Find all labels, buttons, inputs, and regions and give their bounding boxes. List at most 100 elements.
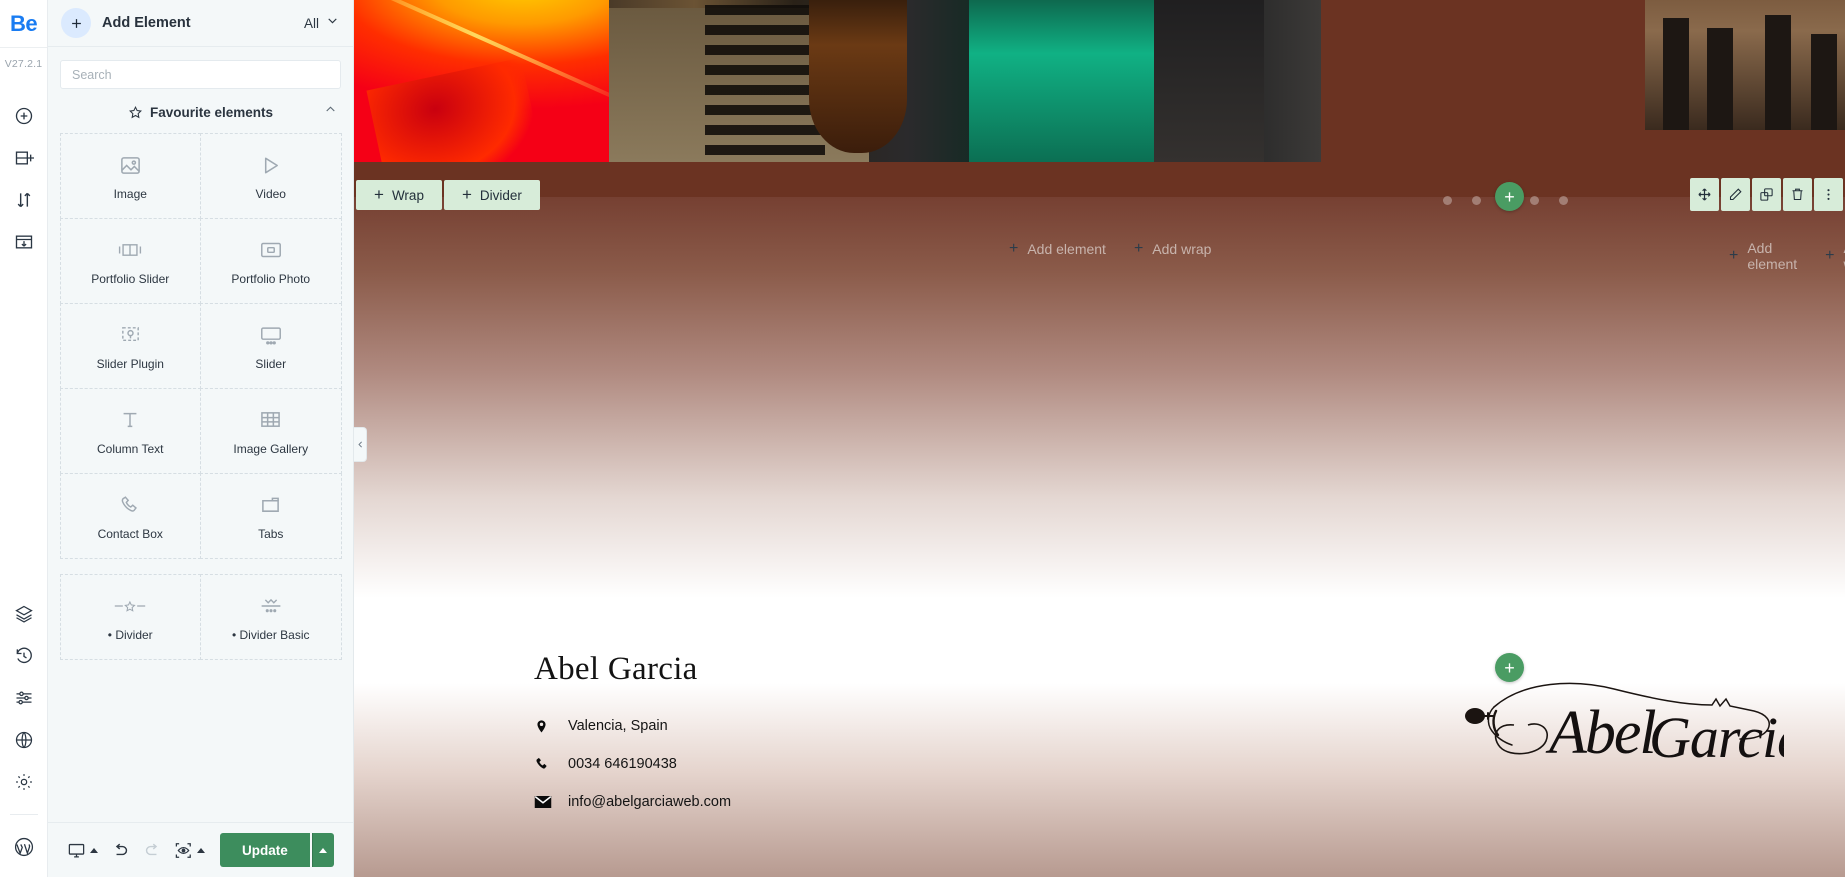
panel-collapse-handle[interactable] [354,427,367,462]
mail-icon [534,795,568,809]
element-card-contact-box[interactable]: Contact Box [59,472,201,559]
divider-star-icon [113,591,147,621]
element-card-portfolio-slider[interactable]: Portfolio Slider [59,217,201,304]
image-detail-figure [1707,27,1733,130]
image-detail-figure [1811,34,1837,130]
element-card-tabs[interactable]: Tabs [200,472,342,559]
element-card-portfolio-photo[interactable]: Portfolio Photo [200,217,342,304]
svg-text:Garcia: Garcia [1649,705,1784,770]
location-pin-icon [534,717,568,736]
image-detail-person-dark [1154,0,1264,162]
wordpress-icon[interactable] [12,835,36,859]
add-actions-left: + Add element + Add wrap [1009,240,1211,258]
more-button[interactable] [1814,178,1843,211]
slider-dot[interactable] [1443,196,1452,205]
element-card-image-gallery[interactable]: Image Gallery [200,387,342,474]
grid-spacer [60,558,341,574]
add-divider-pill[interactable]: + Divider [443,180,540,210]
chevron-left-icon [357,441,362,448]
element-filter-dropdown[interactable]: All [304,14,339,32]
add-circle-icon[interactable] [12,104,36,128]
street-image[interactable] [1645,0,1845,130]
add-actions-right: + Add element + Add wrap [1729,240,1845,272]
element-card-slider[interactable]: Slider [200,302,342,389]
reorder-icon[interactable] [12,188,36,212]
caret-up-icon [197,847,205,853]
update-dropdown-button[interactable] [311,833,334,867]
version-label: V27.2.1 [4,58,43,70]
plus-icon: + [461,185,472,204]
favourite-elements-header[interactable]: Favourite elements [60,89,341,133]
left-icon-rail: Be V27.2.1 [0,0,48,877]
settings-sliders-icon[interactable] [12,686,36,710]
contact-section: Abel Garcia Valencia, Spain 0034 6461904… [354,615,1845,877]
add-section-fab-top[interactable]: + [1495,182,1524,211]
thermal-image[interactable] [354,0,626,162]
add-element-action[interactable]: + Add element [1009,240,1106,258]
signature-graphic: Abel Garcia [1454,673,1806,778]
edit-button[interactable] [1721,178,1750,211]
element-card-slider-plugin[interactable]: Slider Plugin [59,302,201,389]
image-detail-figure [1765,14,1791,130]
element-card-label: • Divider Basic [231,628,310,642]
contact-text: Valencia, Spain [568,718,668,734]
search-input[interactable] [60,60,341,89]
be-logo[interactable]: Be [0,0,47,48]
pill-label: Divider [479,187,522,203]
element-card-label: Slider Plugin [96,357,164,371]
element-card-label: • Divider [107,628,153,642]
plus-icon: + [1009,240,1019,257]
contact-details-list: Valencia, Spain 0034 646190438 info@abel… [534,707,731,821]
element-card-column-text[interactable]: Column Text [59,387,201,474]
add-element-action[interactable]: + Add element [1729,240,1797,272]
element-card-divider[interactable]: • Divider [59,573,201,660]
add-section-icon[interactable] [12,146,36,170]
chevron-up-icon[interactable] [324,103,337,121]
element-card-divider-basic[interactable]: • Divider Basic [200,573,342,660]
add-wrap-pill[interactable]: + Wrap [356,180,442,210]
page-canvas: Abel Garcia Valencia, Spain 0034 6461904… [354,0,1845,877]
contact-text: 0034 646190438 [568,756,677,772]
plus-icon: + [1729,247,1739,264]
element-card-image[interactable]: Image [59,132,201,219]
element-card-label: Slider [255,357,287,371]
globe-icon[interactable] [12,728,36,752]
move-button[interactable] [1690,178,1719,211]
history-icon[interactable] [12,644,36,668]
element-card-video[interactable]: Video [200,132,342,219]
text-icon [119,405,141,435]
update-button[interactable]: Update [220,833,310,867]
element-card-label: Portfolio Slider [91,272,170,286]
layers-icon[interactable] [12,602,36,626]
plugin-icon [119,320,142,350]
delete-button[interactable] [1783,178,1812,211]
element-card-label: Column Text [97,442,164,456]
preview-button[interactable] [169,834,210,866]
musicians-image[interactable] [609,0,1321,162]
plus-icon: + [1133,240,1144,257]
gear-icon[interactable] [12,770,36,794]
phone-icon [119,490,141,520]
add-wrap-action[interactable]: + Add wrap [1134,240,1212,258]
element-card-label: Video [255,187,286,201]
redo-button[interactable] [137,834,167,866]
caret-up-icon [90,847,98,853]
element-card-label: Portfolio Photo [231,272,311,286]
panel-header: Add Element All [48,0,353,47]
slider-dot[interactable] [1472,196,1481,205]
favourite-elements-title: Favourite elements [149,105,274,120]
device-preview-button[interactable] [62,834,103,866]
insert-row-icon[interactable] [12,230,36,254]
rail-bottom-icons [9,602,38,877]
pill-label: Wrap [391,187,424,203]
undo-button[interactable] [105,834,135,866]
add-element-plus-button[interactable] [61,8,91,38]
slider-dot[interactable] [1530,196,1539,205]
slider-dot[interactable] [1559,196,1568,205]
editor-bottom-bar: Update [48,822,353,877]
grid-icon [259,405,282,435]
duplicate-button[interactable] [1752,178,1781,211]
add-wrap-action[interactable]: + Add wrap [1825,240,1845,272]
image-detail-figure [1663,17,1689,130]
add-section-fab-bottom[interactable]: + [1495,653,1524,682]
